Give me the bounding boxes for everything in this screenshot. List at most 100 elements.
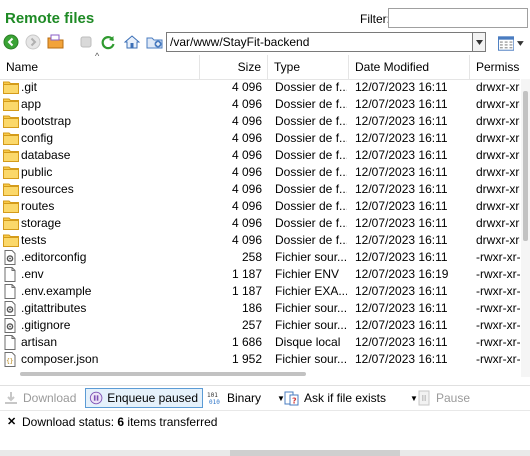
back-arrow-icon	[3, 34, 19, 50]
file-date: 12/07/2023 16:11	[355, 80, 448, 94]
file-date: 12/07/2023 16:11	[355, 318, 448, 332]
path-input[interactable]	[166, 32, 473, 52]
download-icon	[5, 392, 17, 404]
table-row[interactable]: {} composer.json 1 952 Fichier sour... 12/07…	[0, 351, 520, 368]
horizontal-scrollbar[interactable]	[0, 371, 521, 377]
file-type: Dossier de f...	[275, 182, 347, 196]
file-permissions: -rwxr-xr-	[476, 284, 520, 298]
file-date: 12/07/2023 16:11	[355, 97, 448, 111]
config-file-icon	[3, 250, 19, 265]
table-row[interactable]: .gitignore 257 Fichier sour... 12/07/2023 1…	[0, 317, 520, 334]
file-date: 12/07/2023 16:11	[355, 301, 448, 315]
file-permissions: drwxr-xr-	[476, 148, 520, 162]
refresh-icon	[101, 36, 115, 50]
column-header-date-label: Date Modified	[355, 60, 430, 74]
table-row[interactable]: storage 4 096 Dossier de f... 12/07/2023 16…	[0, 215, 520, 232]
file-name: routes	[21, 199, 55, 213]
file-name: database	[21, 148, 71, 162]
table-row[interactable]: resources 4 096 Dossier de f... 12/07/2023 …	[0, 181, 520, 198]
file-size: 4 096	[231, 233, 262, 247]
panel-header: Remote files Filter:	[0, 0, 530, 34]
file-permissions: drwxr-xr-	[476, 182, 520, 196]
file-icon	[3, 335, 19, 350]
table-row[interactable]: artisan 1 686 Disque local 12/07/2023 16:11…	[0, 334, 520, 351]
pause-circle-icon	[89, 391, 103, 405]
file-name: .env	[21, 267, 44, 281]
enqueue-paused-button[interactable]: Enqueue paused	[85, 388, 203, 408]
vertical-scrollbar-thumb[interactable]	[523, 91, 528, 241]
horizontal-scrollbar-thumb[interactable]	[20, 372, 306, 376]
sort-ascending-icon: ^	[95, 51, 100, 61]
file-size: 4 096	[231, 131, 262, 145]
open-folder-button[interactable]	[47, 33, 65, 51]
add-folder-icon	[146, 37, 163, 49]
file-name: config	[21, 131, 54, 145]
status-suffix: items transferred	[124, 415, 218, 429]
table-row[interactable]: config 4 096 Dossier de f... 12/07/2023 16:…	[0, 130, 520, 147]
folder-icon	[3, 80, 19, 95]
column-header-size[interactable]: Size	[200, 55, 268, 79]
refresh-button[interactable]	[99, 33, 117, 51]
file-name: public	[21, 165, 53, 179]
file-date: 12/07/2023 16:11	[355, 131, 448, 145]
file-name: .git	[21, 80, 38, 94]
svg-text:?: ?	[292, 397, 297, 406]
table-row[interactable]: .gitattributes 186 Fichier sour... 12/07/20…	[0, 300, 520, 317]
bottom-tab[interactable]	[230, 450, 400, 456]
file-size: 4 096	[231, 114, 262, 128]
table-row[interactable]: .env 1 187 Fichier ENV 12/07/2023 16:19 -rwx…	[0, 266, 520, 283]
file-permissions: drwxr-xr-	[476, 233, 520, 247]
close-icon[interactable]: ✕	[7, 415, 16, 428]
table-row[interactable]: bootstrap 4 096 Dossier de f... 12/07/2023 …	[0, 113, 520, 130]
column-header-size-label: Size	[237, 60, 261, 74]
file-exists-action-dropdown[interactable]: ? Ask if file exists ▼	[284, 388, 418, 408]
file-size: 1 952	[231, 352, 262, 366]
file-permissions: drwxr-xr-	[476, 80, 520, 94]
file-date: 12/07/2023 16:11	[355, 182, 448, 196]
view-mode-button[interactable]	[498, 34, 524, 52]
column-header-permissions[interactable]: Permissi	[470, 55, 520, 79]
table-row[interactable]: tests 4 096 Dossier de f... 12/07/2023 16:1…	[0, 232, 520, 249]
table-row[interactable]: database 4 096 Dossier de f... 12/07/2023 1…	[0, 147, 520, 164]
file-size: 4 096	[231, 165, 262, 179]
file-type: Dossier de f...	[275, 148, 347, 162]
file-permissions: drwxr-xr-	[476, 114, 520, 128]
table-row[interactable]: .env.example 1 187 Fichier EXA... 12/07/202…	[0, 283, 520, 300]
home-button[interactable]	[123, 33, 141, 51]
svg-text:101: 101	[207, 392, 218, 399]
folder-icon	[3, 114, 19, 129]
table-row[interactable]: .editorconfig 258 Fichier sour... 12/07/202…	[0, 249, 520, 266]
new-folder-button[interactable]	[146, 33, 164, 51]
table-row[interactable]: .git 4 096 Dossier de f... 12/07/2023 16:11…	[0, 79, 520, 96]
file-type: Dossier de f...	[275, 165, 347, 179]
chevron-down-icon	[475, 39, 483, 45]
file-name: app	[21, 97, 42, 111]
file-type: Fichier sour...	[275, 352, 347, 366]
file-permissions: -rwxr-xr-	[476, 352, 520, 366]
filter-input[interactable]	[388, 8, 528, 28]
pause-button[interactable]: Pause	[416, 388, 470, 408]
status-prefix: Download status:	[22, 415, 118, 429]
column-header-date[interactable]: Date Modified	[349, 55, 470, 79]
pause-label: Pause	[436, 391, 471, 405]
table-row[interactable]: public 4 096 Dossier de f... 12/07/2023 16:…	[0, 164, 520, 181]
table-row[interactable]: app 4 096 Dossier de f... 12/07/2023 16:11 d…	[0, 96, 520, 113]
question-file-icon: ?	[284, 391, 299, 406]
forward-button[interactable]	[24, 33, 42, 51]
column-header-row: Name ^ Size Type Date Modified Permissi	[0, 51, 520, 80]
folder-icon	[3, 233, 19, 248]
column-header-type[interactable]: Type	[268, 55, 349, 79]
file-type: Dossier de f...	[275, 131, 347, 145]
download-button[interactable]: Download	[3, 388, 76, 408]
file-permissions: drwxr-xr-	[476, 165, 520, 179]
column-header-name[interactable]: Name	[0, 55, 200, 79]
transfer-mode-dropdown[interactable]: 101 010 Binary ▼	[207, 388, 285, 408]
vertical-scrollbar[interactable]	[521, 79, 530, 377]
table-row[interactable]: routes 4 096 Dossier de f... 12/07/2023 16:…	[0, 198, 520, 215]
pause-file-icon	[418, 390, 430, 406]
path-history-dropdown[interactable]	[472, 32, 486, 52]
stop-button[interactable]	[77, 33, 95, 51]
back-button[interactable]	[2, 33, 20, 51]
file-permissions: -rwxr-xr-	[476, 301, 520, 315]
file-date: 12/07/2023 16:11	[355, 335, 448, 349]
